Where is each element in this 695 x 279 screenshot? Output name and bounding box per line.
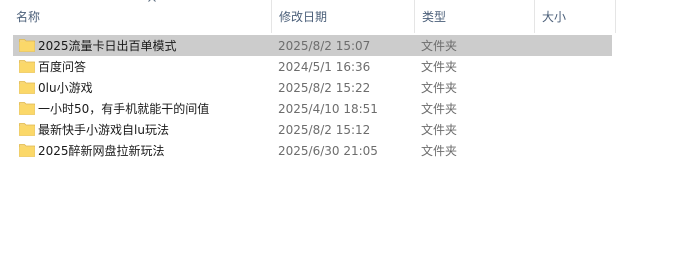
file-type: 文件夹 — [421, 102, 458, 116]
file-type: 文件夹 — [421, 144, 458, 158]
file-name: 2025醉新网盘拉新玩法 — [38, 144, 165, 158]
file-list: 2025流量卡日出百单模式 2025/8/2 15:07 文件夹 百度问答 20… — [0, 35, 695, 161]
file-name: 最新快手小游戏自lu玩法 — [38, 123, 169, 137]
file-type: 文件夹 — [421, 60, 458, 74]
file-date: 2025/4/10 18:51 — [278, 102, 378, 116]
file-date: 2025/8/2 15:12 — [278, 123, 371, 137]
file-row[interactable]: 0lu小游戏 2025/8/2 15:22 文件夹 — [0, 77, 695, 98]
file-type: 文件夹 — [421, 81, 458, 95]
file-type: 文件夹 — [421, 123, 458, 137]
folder-icon — [19, 38, 35, 52]
file-row[interactable]: 最新快手小游戏自lu玩法 2025/8/2 15:12 文件夹 — [0, 119, 695, 140]
folder-icon — [19, 59, 35, 73]
file-type: 文件夹 — [421, 39, 458, 53]
column-header-type[interactable]: 类型 — [415, 0, 535, 33]
column-header-date[interactable]: 修改日期 — [272, 0, 415, 33]
file-name: 0lu小游戏 — [38, 81, 93, 95]
file-name: 一小时50，有手机就能干的间值 — [38, 102, 210, 116]
chevron-up-icon — [147, 0, 157, 5]
file-date: 2025/8/2 15:22 — [278, 81, 371, 95]
file-date: 2025/6/30 21:05 — [278, 144, 378, 158]
file-date: 2025/8/2 15:07 — [278, 39, 371, 53]
file-name: 百度问答 — [38, 60, 87, 74]
column-header-bar: 名称 修改日期 类型 大小 — [0, 0, 695, 33]
file-name: 2025流量卡日出百单模式 — [38, 39, 177, 53]
column-header-size-label: 大小 — [542, 10, 567, 24]
column-header-size[interactable]: 大小 — [535, 0, 616, 33]
column-header-type-label: 类型 — [422, 10, 447, 24]
folder-icon — [19, 101, 35, 115]
file-row[interactable]: 百度问答 2024/5/1 16:36 文件夹 — [0, 56, 695, 77]
file-row[interactable]: 2025流量卡日出百单模式 2025/8/2 15:07 文件夹 — [0, 35, 695, 56]
folder-icon — [19, 143, 35, 157]
column-header-date-label: 修改日期 — [279, 10, 328, 24]
file-date: 2024/5/1 16:36 — [278, 60, 371, 74]
folder-icon — [19, 80, 35, 94]
column-header-name-label: 名称 — [16, 10, 41, 24]
folder-icon — [19, 122, 35, 136]
file-row[interactable]: 一小时50，有手机就能干的间值 2025/4/10 18:51 文件夹 — [0, 98, 695, 119]
column-header-name[interactable]: 名称 — [11, 0, 272, 33]
file-row[interactable]: 2025醉新网盘拉新玩法 2025/6/30 21:05 文件夹 — [0, 140, 695, 161]
